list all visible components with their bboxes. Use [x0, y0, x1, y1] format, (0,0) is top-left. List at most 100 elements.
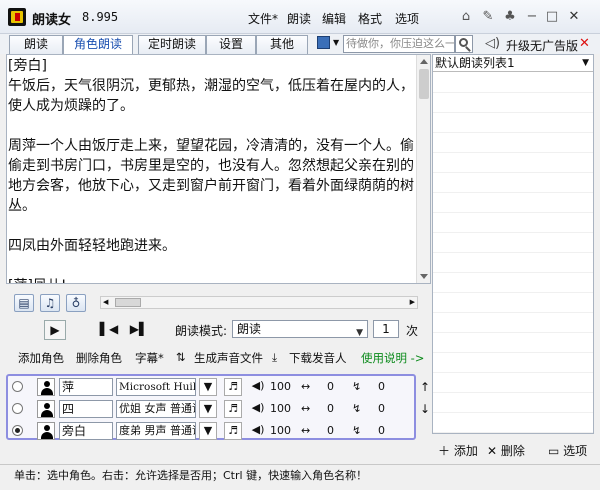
list-item[interactable]	[433, 153, 593, 173]
download-icon[interactable]: ⤓	[272, 350, 277, 365]
speed-value[interactable]: 0	[327, 400, 334, 418]
voice-test-icon[interactable]: ♬	[224, 422, 242, 440]
tab-settings[interactable]: 设置	[206, 35, 256, 54]
maximize-icon[interactable]: □	[544, 9, 560, 25]
list-item[interactable]	[433, 113, 593, 133]
list-item[interactable]	[433, 393, 593, 413]
list-item[interactable]	[433, 193, 593, 213]
shirt-icon[interactable]: ♣	[502, 9, 518, 25]
home-icon[interactable]: ⌂	[458, 9, 474, 25]
tab-other[interactable]: 其他	[256, 35, 308, 54]
tools-icon[interactable]: ✎	[480, 9, 496, 25]
pitch-value[interactable]: 0	[378, 422, 385, 440]
delete-role-button[interactable]: 删除角色	[76, 350, 122, 366]
generate-audio-button[interactable]: 生成声音文件	[194, 350, 263, 366]
list-item[interactable]	[433, 73, 593, 93]
play-button[interactable]: ▶	[44, 320, 66, 340]
role-radio[interactable]	[12, 403, 23, 414]
volume-value[interactable]: 100	[270, 400, 291, 418]
move-up-icon[interactable]: ↑	[420, 380, 430, 394]
volume-value[interactable]: 100	[270, 422, 291, 440]
repeat-count-input[interactable]: 1	[373, 320, 399, 338]
voice-engine-field[interactable]: 优姐 女声 普通话	[116, 400, 196, 418]
pitch-icon: ↯	[352, 424, 362, 437]
delete-list-button[interactable]: ✕ 删除	[487, 442, 525, 459]
previous-button[interactable]: ▌◀	[98, 320, 120, 340]
speed-value[interactable]: 0	[327, 422, 334, 440]
tab-role-read[interactable]: 角色朗读	[63, 35, 133, 55]
list-item[interactable]	[433, 253, 593, 273]
role-name-field[interactable]: 萍	[59, 378, 113, 396]
list-item[interactable]	[433, 233, 593, 253]
voice-engine-field[interactable]: 度弟 男声 普通话	[116, 422, 196, 440]
scroll-down-icon[interactable]	[420, 274, 428, 279]
list-item[interactable]	[433, 173, 593, 193]
engine-dropdown-icon[interactable]: ▼	[199, 378, 217, 396]
menu-edit[interactable]: 编辑	[322, 10, 346, 27]
speed-value[interactable]: 0	[327, 378, 334, 396]
list-item[interactable]	[433, 413, 593, 433]
subtitle-button[interactable]: 字幕*	[135, 350, 164, 366]
scroll-up-icon[interactable]	[420, 59, 428, 64]
download-voice-button[interactable]: 下载发音人	[289, 350, 347, 366]
minimize-icon[interactable]: −	[524, 9, 540, 25]
add-role-button[interactable]: 添加角色	[18, 350, 64, 366]
next-button[interactable]: ▶▌	[128, 320, 150, 340]
list-item[interactable]	[433, 313, 593, 333]
list-item[interactable]	[433, 353, 593, 373]
menu-file[interactable]: 文件*	[248, 10, 278, 27]
search-icon[interactable]	[455, 35, 473, 53]
list-item[interactable]	[433, 333, 593, 353]
horizontal-scrollbar[interactable]: ◀ ▶	[100, 296, 418, 309]
list-item[interactable]	[433, 273, 593, 293]
sync-icon[interactable]: ⇅	[176, 350, 186, 364]
editor-scrollbar[interactable]	[416, 55, 430, 283]
voice-test-icon[interactable]: ♬	[224, 400, 242, 418]
role-name-field[interactable]: 四	[59, 400, 113, 418]
list-item[interactable]	[433, 293, 593, 313]
list-item[interactable]	[433, 373, 593, 393]
list-item[interactable]	[433, 213, 593, 233]
read-list-selector[interactable]: 默认朗读列表1 ▼	[433, 55, 593, 72]
editor-text[interactable]: [旁白] 午饭后，天气很阴沉，更郁热，潮湿的空气，低压着在屋内的人，使人成为烦躁…	[8, 56, 416, 283]
role-radio-selected[interactable]	[12, 425, 23, 436]
tab-read[interactable]: 朗读	[9, 35, 63, 54]
tab-timed-read[interactable]: 定时朗读	[138, 35, 206, 54]
menu-format[interactable]: 格式	[358, 10, 382, 27]
move-down-icon[interactable]: ↓	[420, 402, 430, 416]
chevron-down-icon: ▼	[356, 328, 363, 338]
voice-engine-field[interactable]: Microsoft Huihui	[116, 378, 196, 396]
volume-value[interactable]: 100	[270, 378, 291, 396]
list-item[interactable]	[433, 93, 593, 113]
upgrade-link[interactable]: 升级无广告版	[506, 37, 578, 54]
menu-read[interactable]: 朗读	[287, 10, 311, 27]
volume-icon: ◀)	[251, 379, 265, 392]
music-note-icon[interactable]: ♫	[40, 294, 60, 312]
list-options-button[interactable]: ▭ 选项	[548, 442, 587, 459]
help-link[interactable]: 使用说明 ->	[361, 350, 424, 366]
search-input[interactable]: 待做你，你压迫这么一	[343, 35, 455, 53]
text-editor[interactable]: [旁白] 午饭后，天气很阴沉，更郁热，潮湿的空气，低压着在屋内的人，使人成为烦躁…	[6, 54, 431, 284]
speaker-icon: ◁)	[485, 36, 501, 51]
engine-dropdown-icon[interactable]: ▼	[199, 422, 217, 440]
scrollbar-thumb[interactable]	[419, 69, 429, 99]
engine-dropdown-icon[interactable]: ▼	[199, 400, 217, 418]
scroll-left-icon[interactable]: ◀	[103, 299, 108, 306]
close-ad-icon[interactable]: ✕	[579, 36, 590, 51]
microphone-icon[interactable]: ♁	[66, 294, 86, 312]
picture-icon[interactable]	[317, 36, 330, 49]
close-icon[interactable]: ✕	[566, 9, 582, 25]
add-list-button[interactable]: ＋ 添加	[438, 442, 478, 459]
role-radio[interactable]	[12, 381, 23, 392]
voice-test-icon[interactable]: ♬	[224, 378, 242, 396]
role-name-field[interactable]: 旁白	[59, 422, 113, 440]
document-icon[interactable]: ▤	[14, 294, 34, 312]
scroll-right-icon[interactable]: ▶	[410, 299, 415, 306]
pitch-value[interactable]: 0	[378, 400, 385, 418]
list-item[interactable]	[433, 133, 593, 153]
menu-options[interactable]: 选项	[395, 10, 419, 27]
dropdown-arrow-icon[interactable]: ▼	[333, 38, 339, 47]
hscroll-thumb[interactable]	[115, 298, 141, 307]
mode-select[interactable]: 朗读 ▼	[232, 320, 368, 338]
pitch-value[interactable]: 0	[378, 378, 385, 396]
